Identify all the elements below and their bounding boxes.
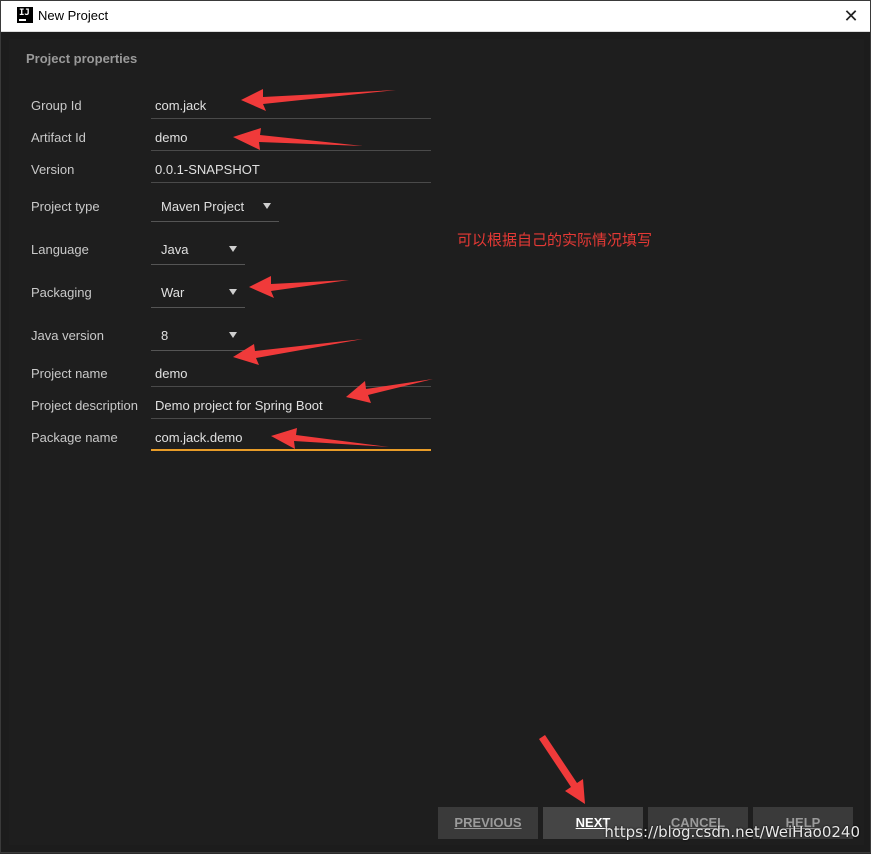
package-name-label: Package name <box>31 430 118 445</box>
project-name-field[interactable] <box>151 361 431 387</box>
project-description-input[interactable] <box>151 393 431 417</box>
language-value: Java <box>161 242 189 257</box>
language-label: Language <box>31 242 89 257</box>
project-name-input[interactable] <box>151 361 431 385</box>
version-field[interactable] <box>151 157 431 183</box>
packaging-select[interactable]: War <box>151 278 245 308</box>
intellij-icon: IJ <box>17 7 33 23</box>
section-title: Project properties <box>26 51 138 66</box>
chevron-down-icon <box>229 332 237 338</box>
annotation-note: 可以根据自己的实际情况填写 <box>457 231 653 249</box>
project-type-value: Maven Project <box>161 199 245 214</box>
artifact-id-field[interactable] <box>151 125 431 151</box>
watermark-text: https://blog.csdn.net/WeiHao0240 <box>604 823 860 841</box>
close-icon[interactable]: ✕ <box>838 3 864 29</box>
artifact-id-input[interactable] <box>151 125 431 149</box>
java-version-select[interactable]: 8 <box>151 321 245 351</box>
project-description-label: Project description <box>31 398 138 413</box>
artifact-id-label: Artifact Id <box>31 130 86 145</box>
packaging-label: Packaging <box>31 285 92 300</box>
version-label: Version <box>31 162 75 177</box>
chevron-down-icon <box>229 289 237 295</box>
window-title: New Project <box>38 8 109 23</box>
java-version-value: 8 <box>161 328 169 343</box>
new-project-dialog: IJ New Project ✕ Project properties Grou… <box>0 0 871 853</box>
group-id-label: Group Id <box>31 98 82 113</box>
title-bar: IJ New Project ✕ <box>1 1 870 32</box>
project-description-field[interactable] <box>151 393 431 419</box>
project-type-select[interactable]: Maven Project <box>151 192 279 222</box>
previous-button[interactable]: PREVIOUS <box>438 807 538 839</box>
language-select[interactable]: Java <box>151 235 245 265</box>
packaging-value: War <box>161 285 185 300</box>
project-name-label: Project name <box>31 366 108 381</box>
package-name-field[interactable] <box>151 425 431 451</box>
package-name-input[interactable] <box>151 425 431 449</box>
java-version-label: Java version <box>31 328 104 343</box>
group-id-input[interactable] <box>151 93 431 117</box>
group-id-field[interactable] <box>151 93 431 119</box>
version-input[interactable] <box>151 157 431 181</box>
chevron-down-icon <box>229 246 237 252</box>
dialog-content: Project properties Group Id Artifact Id … <box>9 39 864 845</box>
chevron-down-icon <box>263 203 271 209</box>
project-type-label: Project type <box>31 199 100 214</box>
